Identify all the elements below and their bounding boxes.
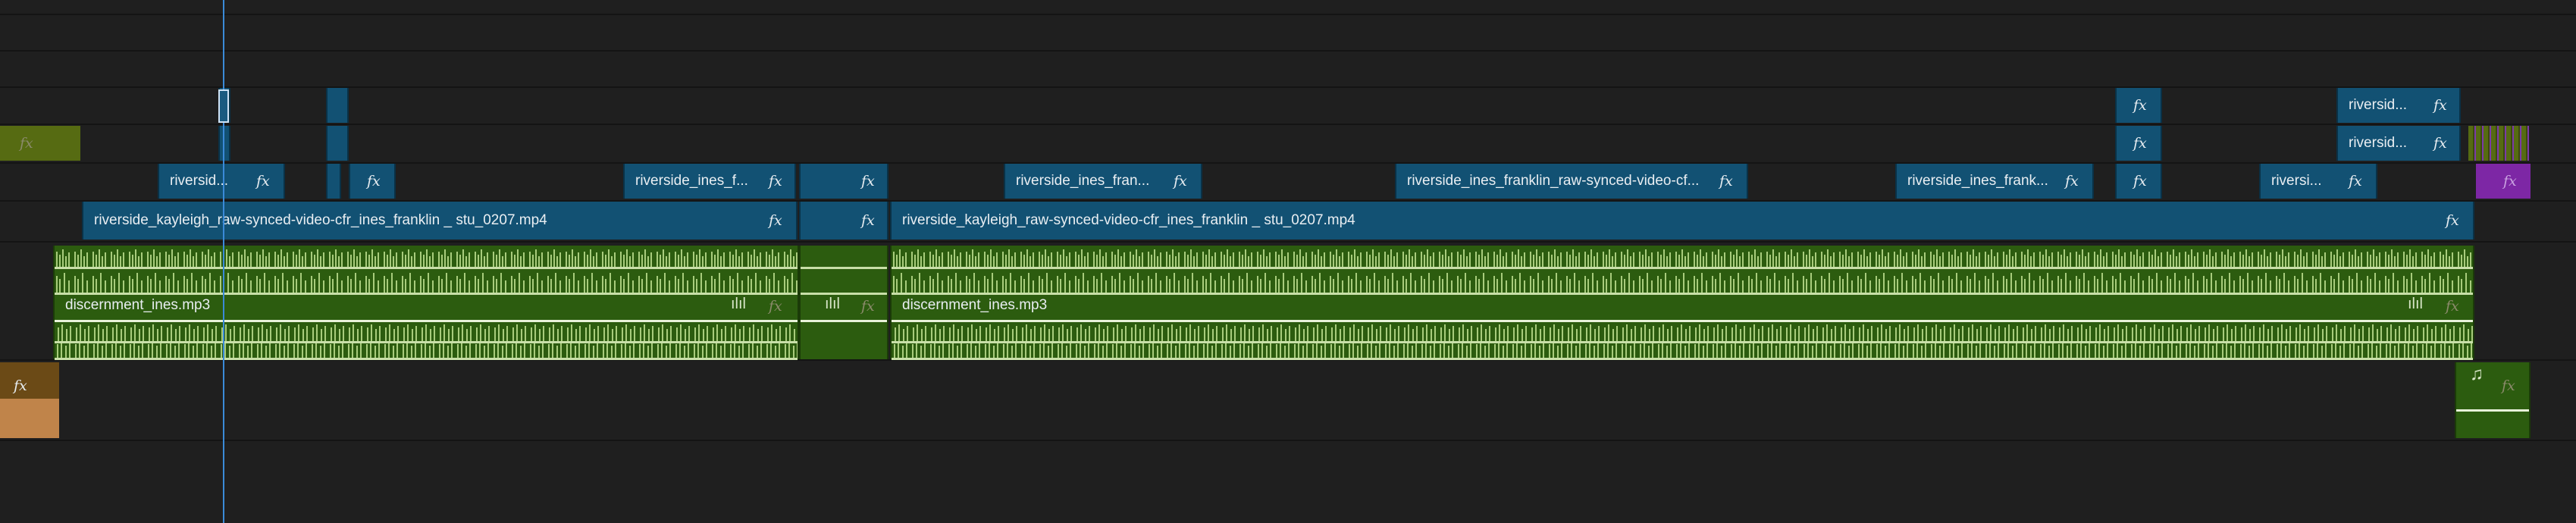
track-separator bbox=[0, 50, 2576, 52]
track-separator bbox=[0, 86, 2576, 88]
waveform-baseline bbox=[801, 267, 887, 269]
fx-badge[interactable]: fx bbox=[2503, 173, 2517, 189]
track-separator bbox=[0, 241, 2576, 243]
clip-label: riversid... bbox=[2349, 97, 2408, 113]
video-clip[interactable]: riverside_ines_f... fx bbox=[623, 164, 796, 199]
clip-label: discernment_ines.mp3 bbox=[65, 297, 211, 313]
volume-line[interactable] bbox=[892, 320, 2473, 322]
video-clip[interactable]: riversid... fx bbox=[2336, 126, 2461, 161]
fx-badge[interactable]: fx bbox=[769, 173, 782, 189]
track-separator bbox=[0, 14, 2576, 15]
waveform-baseline bbox=[892, 293, 2473, 295]
video-clip[interactable]: fx bbox=[2115, 126, 2162, 161]
fx-badge[interactable]: fx bbox=[861, 212, 875, 229]
volume-line[interactable] bbox=[55, 320, 798, 322]
clip-label: discernment_ines.mp3 bbox=[902, 297, 1048, 313]
fx-badge[interactable]: fx bbox=[861, 298, 875, 315]
video-clip[interactable]: riverside_ines_franklin_raw-synced-video… bbox=[1395, 164, 1748, 199]
waveform-baseline bbox=[55, 267, 798, 269]
music-clip[interactable]: ♫ fx bbox=[2455, 362, 2531, 438]
waveform-baseline bbox=[892, 341, 2473, 343]
waveform-baseline bbox=[801, 293, 887, 295]
music-note-icon: ♫ bbox=[2470, 364, 2484, 384]
audio-clip[interactable]: ılıl fx bbox=[799, 246, 888, 359]
timeline-panel[interactable]: fx riversid... fx fx fx riversid... fx r… bbox=[0, 0, 2576, 523]
video-clip[interactable] bbox=[326, 126, 349, 161]
playhead[interactable] bbox=[223, 0, 224, 523]
playhead-marker[interactable] bbox=[218, 89, 229, 123]
video-clip[interactable]: fx bbox=[2115, 88, 2162, 123]
fx-badge[interactable]: fx bbox=[2433, 135, 2447, 152]
fx-badge[interactable]: fx bbox=[2433, 97, 2447, 114]
fx-badge[interactable]: fx bbox=[2446, 212, 2459, 229]
fx-badge[interactable]: fx bbox=[20, 135, 33, 152]
fx-badge[interactable]: fx bbox=[367, 173, 381, 189]
fx-badge[interactable]: fx bbox=[2133, 173, 2147, 189]
video-clip[interactable]: fx bbox=[799, 164, 888, 199]
clip-label: riversid... bbox=[170, 173, 229, 189]
adjustment-clip[interactable] bbox=[2468, 126, 2529, 161]
clip-label: riverside_ines_frank... bbox=[1907, 173, 2048, 189]
video-clip[interactable]: riversi... fx bbox=[2259, 164, 2377, 199]
video-clip[interactable]: riverside_ines_fran... fx bbox=[1004, 164, 1202, 199]
fx-badge[interactable]: fx bbox=[1719, 173, 1733, 189]
fx-badge[interactable]: fx bbox=[1174, 173, 1187, 189]
audio-clip[interactable]: fx bbox=[0, 362, 59, 438]
fx-badge[interactable]: fx bbox=[861, 173, 875, 189]
fx-badge[interactable]: fx bbox=[14, 377, 27, 394]
video-clip[interactable]: fx bbox=[799, 202, 888, 240]
graphic-clip[interactable]: fx bbox=[2476, 164, 2531, 199]
volume-line[interactable] bbox=[801, 320, 887, 322]
video-clip[interactable]: fx bbox=[349, 164, 396, 199]
video-clip[interactable]: fx bbox=[2115, 164, 2162, 199]
waveform-icon: ılıl bbox=[731, 296, 746, 312]
waveform-baseline bbox=[55, 358, 798, 360]
track-separator bbox=[0, 124, 2576, 125]
track-separator bbox=[0, 440, 2576, 441]
video-clip[interactable] bbox=[218, 126, 230, 161]
fx-badge[interactable]: fx bbox=[769, 298, 782, 315]
clip-label: riverside_kayleigh_raw-synced-video-cfr_… bbox=[902, 212, 1355, 228]
fx-badge[interactable]: fx bbox=[2065, 173, 2079, 189]
waveform-baseline bbox=[55, 293, 798, 295]
fx-badge[interactable]: fx bbox=[256, 173, 270, 189]
waveform-icon: ılıl bbox=[825, 296, 840, 312]
clip-label: riversi... bbox=[2271, 173, 2322, 189]
fx-badge[interactable]: fx bbox=[2133, 135, 2147, 152]
volume-line[interactable] bbox=[2456, 409, 2529, 412]
audio-clip[interactable]: discernment_ines.mp3 ılıl fx bbox=[53, 246, 799, 360]
waveform-icon: ılıl bbox=[2408, 296, 2423, 312]
fx-badge[interactable]: fx bbox=[2349, 173, 2362, 189]
clip-label: riverside_ines_fran... bbox=[1016, 173, 1150, 189]
video-clip[interactable]: riverside_ines_frank... fx bbox=[1895, 164, 2094, 199]
fx-badge[interactable]: fx bbox=[2502, 377, 2515, 394]
audio-clip[interactable]: discernment_ines.mp3 ılıl fx bbox=[890, 246, 2474, 360]
clip-label: riverside_ines_f... bbox=[635, 173, 748, 189]
waveform-baseline bbox=[892, 267, 2473, 269]
video-clip[interactable]: riverside_kayleigh_raw-synced-video-cfr_… bbox=[82, 202, 798, 240]
fx-badge[interactable]: fx bbox=[2133, 97, 2147, 114]
adjustment-clip[interactable]: fx bbox=[0, 126, 80, 161]
video-clip[interactable]: riversid... fx bbox=[158, 164, 285, 199]
clip-label: riverside_ines_franklin_raw-synced-video… bbox=[1407, 173, 1700, 189]
waveform-baseline bbox=[55, 341, 798, 343]
clip-label: riversid... bbox=[2349, 135, 2408, 151]
video-clip[interactable]: riversid... fx bbox=[2336, 88, 2461, 123]
clip-label: riverside_kayleigh_raw-synced-video-cfr_… bbox=[94, 212, 547, 228]
fx-badge[interactable]: fx bbox=[2446, 298, 2459, 315]
waveform-baseline bbox=[892, 358, 2473, 360]
video-clip[interactable]: riverside_kayleigh_raw-synced-video-cfr_… bbox=[890, 202, 2474, 240]
fx-badge[interactable]: fx bbox=[769, 212, 782, 229]
video-clip[interactable] bbox=[326, 88, 349, 123]
video-clip[interactable] bbox=[326, 164, 341, 199]
